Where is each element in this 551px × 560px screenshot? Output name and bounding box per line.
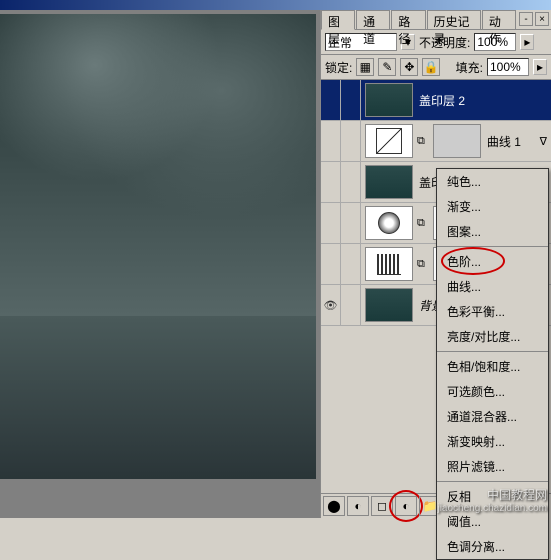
curves-icon: [376, 128, 402, 154]
tab-channels[interactable]: 通道: [356, 10, 390, 29]
layer-style-icon[interactable]: ◐: [347, 496, 369, 516]
chevron-down-icon[interactable]: ▸: [533, 59, 547, 75]
tab-history[interactable]: 历史记录: [427, 10, 481, 29]
fill-label: 填充:: [456, 59, 483, 76]
window-titlebar: [0, 0, 551, 10]
adjustment-thumbnail[interactable]: [365, 206, 413, 240]
tab-paths[interactable]: 路径: [391, 10, 425, 29]
lock-row: 锁定: ▦ ✎ ✥ 🔒 填充: 100% ▸: [321, 55, 551, 80]
panel-tabs: 图层 通道 路径 历史记录 动作 - ×: [321, 10, 551, 30]
visibility-icon[interactable]: [321, 121, 341, 161]
link-cell[interactable]: [341, 203, 361, 243]
link-cell[interactable]: [341, 121, 361, 161]
link-cell[interactable]: [341, 285, 361, 325]
lock-all-icon[interactable]: 🔒: [422, 58, 440, 76]
layer-thumbnail[interactable]: [365, 165, 413, 199]
layer-row[interactable]: 盖印层 2: [321, 80, 551, 121]
menu-brightness-contrast[interactable]: 亮度/对比度...: [437, 324, 548, 349]
link-cell[interactable]: [341, 162, 361, 202]
layer-thumbnail[interactable]: [365, 83, 413, 117]
panel-close-icon[interactable]: ×: [535, 12, 549, 26]
adjustment-thumbnail[interactable]: [365, 124, 413, 158]
panel-minimize-icon[interactable]: -: [519, 12, 533, 26]
link-cell[interactable]: [341, 80, 361, 120]
layer-name[interactable]: 盖印层 2: [417, 92, 551, 109]
lock-label: 锁定:: [325, 59, 352, 76]
visibility-icon[interactable]: [321, 244, 341, 284]
menu-channel-mixer[interactable]: 通道混合器...: [437, 404, 548, 429]
layer-name[interactable]: 曲线 1: [485, 133, 540, 150]
menu-solid-color[interactable]: 纯色...: [437, 169, 548, 194]
menu-photo-filter[interactable]: 照片滤镜...: [437, 454, 548, 479]
adjustment-icon: [378, 212, 400, 234]
link-cell[interactable]: [341, 244, 361, 284]
mask-thumbnail[interactable]: [433, 124, 481, 158]
document-canvas[interactable]: [0, 14, 316, 479]
layer-thumbnail[interactable]: [365, 288, 413, 322]
menu-separator: [437, 351, 548, 352]
watermark-text: 中国教程网: [437, 486, 547, 503]
link-icon[interactable]: ⧉: [417, 135, 429, 148]
menu-posterize[interactable]: 色调分离...: [437, 534, 548, 559]
visibility-icon[interactable]: [321, 285, 341, 325]
menu-hue-saturation[interactable]: 色相/饱和度...: [437, 354, 548, 379]
mask-icon[interactable]: ◻: [371, 496, 393, 516]
watermark-url: jiaocheng.chazidian.com: [437, 503, 547, 514]
link-icon[interactable]: ⧉: [417, 258, 429, 271]
menu-curves[interactable]: 曲线...: [437, 274, 548, 299]
menu-gradient-map[interactable]: 渐变映射...: [437, 429, 548, 454]
expand-icon[interactable]: ∇: [540, 135, 551, 148]
visibility-icon[interactable]: [321, 162, 341, 202]
visibility-icon[interactable]: [321, 80, 341, 120]
link-layers-icon[interactable]: ⬤: [323, 496, 345, 516]
menu-color-balance[interactable]: 色彩平衡...: [437, 299, 548, 324]
fill-input[interactable]: 100%: [487, 58, 529, 76]
levels-icon: [377, 254, 401, 275]
lock-paint-icon[interactable]: ✎: [378, 58, 396, 76]
menu-gradient[interactable]: 渐变...: [437, 194, 548, 219]
tab-actions[interactable]: 动作: [482, 10, 516, 29]
tab-layers[interactable]: 图层: [321, 10, 355, 30]
chevron-down-icon[interactable]: ▸: [520, 34, 534, 50]
adjustment-thumbnail[interactable]: [365, 247, 413, 281]
lock-position-icon[interactable]: ✥: [400, 58, 418, 76]
canvas-area: [0, 10, 320, 518]
layer-row[interactable]: ⧉ 曲线 1 ∇: [321, 121, 551, 162]
new-adjustment-icon[interactable]: ◐: [395, 496, 417, 516]
menu-separator: [437, 481, 548, 482]
link-icon[interactable]: ⧉: [417, 217, 429, 230]
menu-pattern[interactable]: 图案...: [437, 219, 548, 244]
menu-selective-color[interactable]: 可选颜色...: [437, 379, 548, 404]
menu-separator: [437, 246, 548, 247]
menu-levels[interactable]: 色阶...: [437, 249, 548, 274]
watermark: 中国教程网 jiaocheng.chazidian.com: [437, 486, 547, 514]
lock-transparent-icon[interactable]: ▦: [356, 58, 374, 76]
visibility-icon[interactable]: [321, 203, 341, 243]
